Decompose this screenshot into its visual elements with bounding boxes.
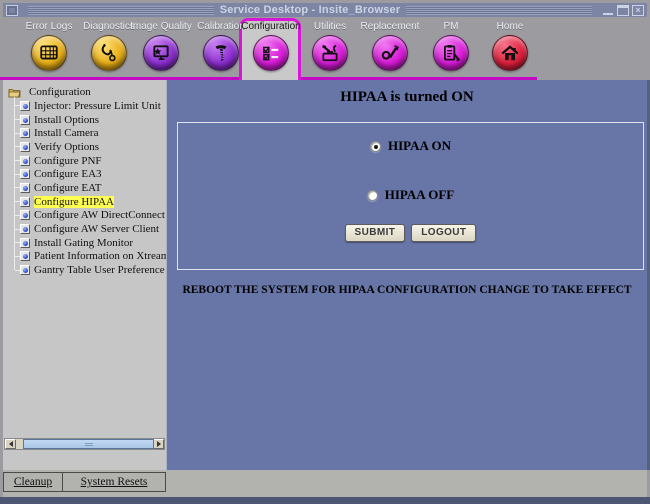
- document-icon: [20, 183, 30, 193]
- document-icon: [20, 128, 30, 138]
- document-icon: [20, 142, 30, 152]
- system-menu-icon[interactable]: [6, 5, 18, 16]
- wrench-socket-icon: [372, 35, 408, 71]
- house-icon: [492, 35, 528, 71]
- sidebar-bottom-gap: [3, 450, 166, 470]
- monitor-star-icon: [143, 35, 179, 71]
- document-icon: [20, 197, 30, 207]
- tab-replacement[interactable]: Replacement: [359, 21, 421, 71]
- configuration-tree-panel: Configuration Injector: Pressure Limit U…: [3, 80, 166, 470]
- radio-row-hipaa-off: HIPAA OFF: [178, 187, 643, 203]
- tree-root-configuration[interactable]: Configuration: [7, 85, 166, 99]
- tree-item-gantry-table-user-preference[interactable]: Gantry Table User Preference: [7, 263, 166, 277]
- tree-item-configure-aw-directconnect[interactable]: Configure AW DirectConnect: [7, 209, 166, 223]
- scroll-left-icon[interactable]: [5, 439, 16, 449]
- document-icon: [20, 156, 30, 166]
- tree-item-verify-options[interactable]: Verify Options: [7, 140, 166, 154]
- document-icon: [20, 251, 30, 261]
- tree-item-label: Configuration: [29, 86, 91, 98]
- logout-button[interactable]: LOGOUT: [411, 224, 476, 242]
- hipaa-off-label: HIPAA OFF: [385, 187, 454, 203]
- maximize-icon[interactable]: [617, 5, 629, 16]
- hipaa-off-radio[interactable]: [367, 190, 378, 201]
- scrollbar-track[interactable]: [16, 439, 153, 449]
- tree-item-injector-pressure-limit-unit[interactable]: Injector: Pressure Limit Unit: [7, 99, 166, 113]
- tab-image-quality[interactable]: Image Quality: [130, 21, 192, 71]
- error-log-grid-icon: [31, 35, 67, 71]
- tab-home[interactable]: Home: [479, 21, 541, 71]
- form-buttons: SUBMIT LOGOUT: [178, 224, 643, 242]
- document-icon: [20, 101, 30, 111]
- close-icon[interactable]: ×: [632, 5, 644, 16]
- window-title: Service Desktop - Insite_Browser: [220, 4, 401, 16]
- tree-item-configure-pnf[interactable]: Configure PNF: [7, 154, 166, 168]
- document-icon: [20, 265, 30, 275]
- tree-item-configure-aw-server-client[interactable]: Configure AW Server Client: [7, 222, 166, 236]
- tree-item-label-highlighted: Configure HIPAA: [34, 196, 114, 208]
- page-title: HIPAA is turned ON: [167, 89, 647, 106]
- tree-guide-line: [14, 97, 15, 270]
- tree-item-install-options[interactable]: Install Options: [7, 113, 166, 127]
- title-bar: Service Desktop - Insite_Browser ×: [3, 3, 647, 17]
- footer-bar: Cleanup System Resets: [3, 470, 647, 497]
- radio-row-hipaa-on: HIPAA ON: [178, 138, 643, 154]
- document-icon: [20, 224, 30, 234]
- service-desktop-window: Service Desktop - Insite_Browser × Error…: [0, 0, 650, 504]
- tree-item-install-camera[interactable]: Install Camera: [7, 126, 166, 140]
- hipaa-on-label: HIPAA ON: [388, 138, 451, 154]
- document-icon: [20, 169, 30, 179]
- tree-item-configure-hipaa[interactable]: Configure HIPAA: [7, 195, 166, 209]
- screw-icon: [203, 35, 239, 71]
- tree-item-configure-eat[interactable]: Configure EAT: [7, 181, 166, 195]
- footer-tabs: Cleanup System Resets: [3, 472, 166, 492]
- titlebar-ridge[interactable]: [406, 6, 592, 15]
- stethoscope-icon: [91, 35, 127, 71]
- cleanup-button[interactable]: Cleanup: [4, 473, 63, 491]
- scrollbar-thumb[interactable]: [23, 439, 154, 449]
- tab-configuration[interactable]: Configuration: [240, 21, 302, 71]
- submit-button[interactable]: SUBMIT: [345, 224, 406, 242]
- open-folder-icon: [8, 87, 21, 98]
- titlebar-ridge[interactable]: [28, 6, 214, 15]
- hipaa-config-panel: HIPAA is turned ON HIPAA ON HIPAA OFF SU…: [166, 80, 647, 470]
- tab-pm[interactable]: PM: [420, 21, 482, 71]
- tree-item-install-gating-monitor[interactable]: Install Gating Monitor: [7, 236, 166, 250]
- tree: Configuration Injector: Pressure Limit U…: [3, 80, 166, 277]
- reboot-notice: REBOOT THE SYSTEM FOR HIPAA CONFIGURATIO…: [167, 284, 647, 296]
- scroll-right-icon[interactable]: [153, 439, 164, 449]
- document-icon: [20, 115, 30, 125]
- system-resets-button[interactable]: System Resets: [63, 473, 165, 491]
- checklist-icon: [253, 35, 289, 71]
- tab-utilities[interactable]: Utilities: [299, 21, 361, 71]
- tree-item-configure-ea3[interactable]: Configure EA3: [7, 167, 166, 181]
- document-icon: [20, 210, 30, 220]
- clipboard-wrench-icon: [433, 35, 469, 71]
- minimize-icon[interactable]: [602, 5, 614, 16]
- window-controls: ×: [602, 5, 644, 16]
- tree-item-patient-information[interactable]: Patient Information on Xtream Disp: [7, 250, 166, 264]
- window-bottom-edge: [0, 497, 650, 504]
- hipaa-on-radio[interactable]: [370, 141, 381, 152]
- toolbox-icon: [312, 35, 348, 71]
- tab-error-logs[interactable]: Error Logs: [18, 21, 80, 71]
- document-icon: [20, 238, 30, 248]
- hipaa-options-box: HIPAA ON HIPAA OFF SUBMIT LOGOUT: [177, 122, 644, 270]
- horizontal-scrollbar[interactable]: [4, 438, 165, 450]
